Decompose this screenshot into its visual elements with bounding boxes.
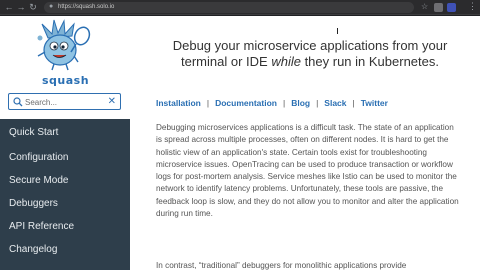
browser-menu-icon[interactable]: ⋮ xyxy=(468,1,477,12)
clear-icon[interactable]: ✕ xyxy=(108,95,116,109)
links-bar: Installation | Documentation | Blog | Slack | Tw… xyxy=(156,98,388,108)
sidebar-item-configuration[interactable]: Configuration xyxy=(0,147,130,168)
logo-text: squash xyxy=(42,74,90,87)
squash-mascot-icon xyxy=(37,19,91,71)
reload-icon[interactable]: ↻ xyxy=(28,2,38,12)
sidebar: squash ✕ Quick Start Configuration Secur… xyxy=(0,16,130,270)
heading-emphasis: while xyxy=(271,54,301,69)
search-icon xyxy=(13,97,23,107)
sidebar-item-api-reference[interactable]: API Reference xyxy=(0,216,130,237)
forward-icon[interactable]: → xyxy=(16,2,26,12)
url-text[interactable]: https://squash.solo.io xyxy=(58,3,114,12)
page-title: Debug your microservice applications fro… xyxy=(172,38,448,69)
sidebar-nav: Quick Start Configuration Secure Mode De… xyxy=(0,119,130,270)
browser-toolbar: ← → ↻ ● https://squash.solo.io ☆ ⋮ xyxy=(0,0,480,15)
bookmark-star-icon[interactable]: ☆ xyxy=(421,2,428,11)
link-separator: | xyxy=(206,98,210,108)
address-bar[interactable]: ● https://squash.solo.io xyxy=(44,2,414,13)
second-paragraph: In contrast, “traditional” debuggers for… xyxy=(156,261,407,270)
link-separator: | xyxy=(282,98,286,108)
sidebar-item-debuggers[interactable]: Debuggers xyxy=(0,193,130,214)
back-icon[interactable]: ← xyxy=(4,2,14,12)
sidebar-item-secure-mode[interactable]: Secure Mode xyxy=(0,170,130,191)
extension-icon[interactable] xyxy=(434,3,443,12)
logo[interactable]: squash xyxy=(0,16,130,90)
link-documentation[interactable]: Documentation xyxy=(215,98,277,108)
search-box[interactable]: ✕ xyxy=(8,93,121,110)
link-installation[interactable]: Installation xyxy=(156,98,201,108)
intro-paragraph: Debugging microservices applications is … xyxy=(156,123,459,219)
link-twitter[interactable]: Twitter xyxy=(361,98,388,108)
link-slack[interactable]: Slack xyxy=(324,98,346,108)
link-separator: | xyxy=(316,98,319,108)
extension-icon[interactable] xyxy=(447,3,456,12)
search-input[interactable] xyxy=(25,96,105,108)
lock-icon: ● xyxy=(49,3,54,10)
sidebar-item-changelog[interactable]: Changelog xyxy=(0,239,130,260)
sidebar-item-quick-start[interactable]: Quick Start xyxy=(0,122,130,143)
text-cursor xyxy=(337,28,338,34)
link-separator: | xyxy=(352,98,355,108)
main-content: Debug your microservice applications fro… xyxy=(130,16,480,270)
link-blog[interactable]: Blog xyxy=(291,98,310,108)
